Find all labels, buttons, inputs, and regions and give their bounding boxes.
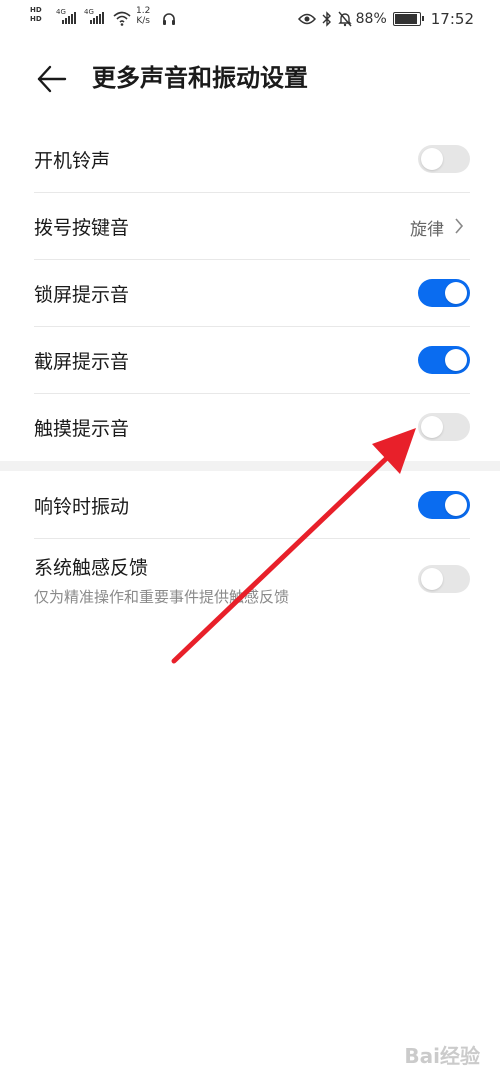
setting-label: 系统触感反馈 <box>34 557 149 579</box>
status-right: 88% 17:52 <box>292 8 474 30</box>
setting-label: 开机铃声 <box>34 150 111 172</box>
section-divider <box>0 461 500 471</box>
setting-row-touch-tone[interactable]: 触摸提示音 <box>34 394 470 460</box>
dial-pad-tone-value: 旋律 <box>410 220 444 240</box>
setting-subtext: 仅为精准操作和重要事件提供触感反馈 <box>34 588 290 606</box>
setting-row-boot-ringtone[interactable]: 开机铃声 <box>34 126 470 193</box>
net-speed-unit: K/s <box>136 16 150 26</box>
net-speed: 1.2 K/s <box>136 6 150 26</box>
watermark: Bai经验 <box>404 1044 480 1068</box>
screenshot-tone-switch[interactable] <box>418 346 470 374</box>
setting-label: 响铃时振动 <box>34 496 130 518</box>
setting-label: 截屏提示音 <box>34 351 130 373</box>
page-header: 更多声音和振动设置 <box>0 52 500 104</box>
eye-icon <box>297 13 316 25</box>
setting-row-dial-pad-tone[interactable]: 拨号按键音 旋律 <box>34 193 470 260</box>
setting-row-lock-screen-tone[interactable]: 锁屏提示音 <box>34 260 470 327</box>
touch-tone-switch[interactable] <box>418 413 470 441</box>
hd-badge-2: HD <box>30 15 42 23</box>
setting-row-vibrate-on-ring[interactable]: 响铃时振动 <box>34 472 470 539</box>
hd-badges: HD HD <box>30 6 52 24</box>
battery-icon <box>392 12 424 26</box>
arrow-left-icon[interactable] <box>36 64 68 94</box>
hd-badge-1: HD <box>30 6 42 14</box>
page-title: 更多声音和振动设置 <box>92 64 308 92</box>
setting-row-haptic-feedback[interactable]: 系统触感反馈 仅为精准操作和重要事件提供触感反馈 <box>34 539 470 619</box>
wifi-icon <box>113 11 131 26</box>
bluetooth-icon <box>322 11 332 27</box>
setting-label: 触摸提示音 <box>34 418 130 440</box>
clock: 17:52 <box>430 10 474 28</box>
lock-screen-tone-switch[interactable] <box>418 279 470 307</box>
haptic-feedback-switch[interactable] <box>418 565 470 593</box>
chevron-right-icon <box>455 218 464 234</box>
setting-label: 锁屏提示音 <box>34 284 130 306</box>
battery-percent: 88% <box>355 11 387 27</box>
status-bar: HD HD 4G 4G 1.2 K/s 88% 17:52 <box>0 0 500 36</box>
net-speed-value: 1.2 <box>136 6 151 16</box>
headset-icon <box>163 13 175 25</box>
setting-row-screenshot-tone[interactable]: 截屏提示音 <box>34 327 470 394</box>
setting-label: 拨号按键音 <box>34 217 130 239</box>
vibrate-on-ring-switch[interactable] <box>418 491 470 519</box>
boot-ringtone-switch[interactable] <box>418 145 470 173</box>
bell-off-icon <box>337 11 352 27</box>
